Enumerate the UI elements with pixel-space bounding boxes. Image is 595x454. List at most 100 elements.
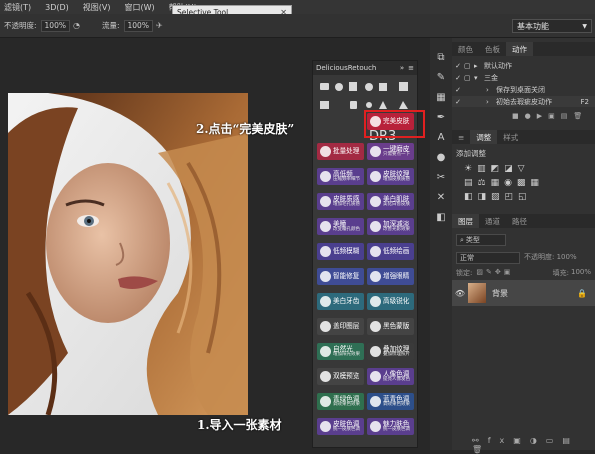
plugin-button-sublabel: 改变瞳孔颜色 [333,226,360,232]
plugin-button-13[interactable]: 美白牙齿 [317,293,364,310]
plugin-button-20[interactable]: 人像色调 提亮人像发色 [367,368,414,385]
flow-dropdown[interactable]: 100% [123,19,153,32]
plugin-button-18[interactable]: 叠加纹理 叠加纹理照片 [367,343,414,360]
action-row-sanjin[interactable]: ✓ ▢ ▾ 三金 [452,72,595,83]
plugin-button-icon [370,371,381,382]
blend-mode-select[interactable]: 正常 [456,252,520,264]
plugin-button-label: 盖印图层 [333,322,360,331]
plugin-button-8[interactable]: 加深减淡 改善光影效果 [367,218,414,235]
eye-icon[interactable]: 👁 [452,289,468,298]
plugin-button-3[interactable]: 高低频 压缩频率细节 [317,168,364,185]
plugin-button-icon [320,196,331,207]
tab-actions[interactable]: 动作 [506,42,533,56]
menu-window[interactable]: 窗口(W) [125,2,155,13]
menu-view[interactable]: 视图(V) [83,2,111,13]
plugin-button-5[interactable]: 皮肤质感 增加毛孔质感 [317,193,364,210]
action-row-save[interactable]: ✓ › 保存到桌面关闭 [452,84,595,95]
lock-label: 锁定: [456,269,473,277]
plugin-button-2[interactable]: 一键磨皮 只需要点一下 [367,143,414,160]
annotation-step1: 1.导入一张素材 [197,418,282,432]
plugin-button-label: 增强眼睛 [383,272,410,281]
tab-color[interactable]: 颜色 [452,42,479,56]
plugin-button-15[interactable]: 盖印图层 [317,318,364,335]
plugin-button-7[interactable]: 美瞳 改变瞳孔颜色 [317,218,364,235]
menu-filter[interactable]: 滤镜(T) [4,2,31,13]
layers-tabbar: 图层 通道 路径 [452,214,595,228]
layers-icon[interactable]: ◧ [435,208,447,228]
plugin-button-icon [370,221,381,232]
plugin-button-10[interactable]: 低频绘画 [367,243,414,260]
plugin-button-14[interactable]: 高级锐化 [367,293,414,310]
workspace-select[interactable]: 基本功能 ▼ [512,19,592,33]
plugin-button-16[interactable]: 黑色蒙版 [367,318,414,335]
plugin-button-9[interactable]: 低频模糊 [317,243,364,260]
plugin-button-label: 黑色蒙版 [383,322,410,331]
plugin-button-text: 增强眼睛 [383,273,409,280]
plugin-button-sublabel: 只需要点一下 [383,151,410,157]
scissors-icon[interactable]: ✂ [435,168,447,188]
layer-footer-icons[interactable]: ⚯fx▣◑▭▤🗑 [472,436,592,454]
portrait-photo [8,93,248,415]
plugin-button-text: 人像色调 提亮人像发色 [383,371,410,382]
portrait-illustration [8,93,248,415]
pen-icon[interactable]: ✒ [435,108,447,128]
plugin-button-11[interactable]: 智能修复 [317,268,364,285]
opacity-dropdown[interactable]: 100% [40,19,70,32]
plugin-button-4[interactable]: 皮肤纹理 增加皮肤质感 [367,168,414,185]
plugin-button-text: 魅力肤色 统一皮肤色调 [383,421,410,432]
plugin-button-23[interactable]: 皮肤色调 统一皮肤色调 [317,418,364,435]
pressure-icon[interactable]: ◔ [73,21,80,30]
plugin-title: DeliciousRetouch [316,64,377,72]
layer-row-background[interactable]: 👁 背景 🔒 [452,280,595,306]
highlight-box [364,110,425,138]
plugin-button-17[interactable]: 自然光 增加阳光效果 [317,343,364,360]
action-row-default[interactable]: ✓ ▢ ▸ 默认动作 [452,60,595,71]
cross-icon[interactable]: ✕ [435,188,447,208]
brush-icon[interactable]: ✎ [435,68,447,88]
tab-swatches[interactable]: 色板 [479,42,506,56]
right-panels: 颜色 色板 动作 ✓ ▢ ▸ 默认动作 ✓ ▢ ▾ 三金 ✓ › 保存到桌面关闭 ✓ › 初始去瑕疵… [452,38,595,454]
plugin-button-text: 盖印图层 [333,323,359,330]
plugin-button-21[interactable]: 青绿色调 调效果色效果 [317,393,364,410]
tab-styles[interactable]: 样式 [497,130,524,144]
plugin-button-text: 皮肤色调 统一皮肤色调 [333,421,360,432]
tab-paths[interactable]: 路径 [506,214,533,228]
collapse-icon[interactable]: » [400,64,404,72]
layer-opacity[interactable]: 不透明度: 100% [524,252,577,262]
plugin-button-sublabel: 增加阳光效果 [333,351,360,357]
tab-blank: ≡ [458,132,465,142]
plugin-button-22[interactable]: 蓝青色调 调效果色效果 [367,393,414,410]
action-controls[interactable]: ■●▶▣▤🗑 [512,112,592,122]
plugin-button-label: 低频模糊 [333,247,360,256]
swatch-icon[interactable]: ▦ [435,88,447,108]
plugin-button-6[interactable]: 美白肌肤 美化白皙皮肤 [367,193,414,210]
text-icon[interactable]: A [435,128,447,148]
airbrush-icon[interactable]: ✈ [156,21,163,30]
plugin-button-icon [370,346,381,357]
plugin-button-text: 美白牙齿 [333,298,359,305]
plugin-button-icon [370,196,381,207]
adjustment-icons[interactable]: ☀▥◩◪▽ ▤⚖▦◉▩▦ ◧◨▨◰◱ [464,162,584,202]
tab-channels[interactable]: 通道 [479,214,506,228]
droplet-icon[interactable]: ● [435,148,447,168]
history-icon[interactable]: ⧉ [435,48,447,68]
plugin-button-icon [320,396,331,407]
plugin-button-text: 批量处理 [333,148,359,155]
plugin-button-text: 皮肤纹理 增加皮肤质感 [383,171,410,182]
plugin-button-sublabel: 美化白皙皮肤 [383,201,410,207]
action-label: 默认动作 [484,61,512,70]
tab-layers[interactable]: 图层 [452,214,479,228]
tab-adjustments[interactable]: 调整 [470,130,498,144]
plugin-button-19[interactable]: 双模预览 [317,368,364,385]
menu-icon[interactable]: ≡ [408,64,414,72]
plugin-button-1[interactable]: 批量处理 [317,143,364,160]
layer-kind-filter[interactable]: ⌕ 类型 [456,234,506,246]
action-row-initial[interactable]: ✓ › 初始去瑕疵皮动作 F2 [452,96,595,107]
lock-icons[interactable]: ▨✎✥▣ [476,268,513,278]
adjust-tabbar: ≡ 调整 样式 [452,130,595,144]
menu-3d[interactable]: 3D(D) [45,3,69,12]
plugin-button-label: 双模预览 [333,372,360,381]
plugin-button-24[interactable]: 魅力肤色 统一皮肤色调 [367,418,414,435]
plugin-button-icon [370,246,381,257]
plugin-button-12[interactable]: 增强眼睛 [367,268,414,285]
